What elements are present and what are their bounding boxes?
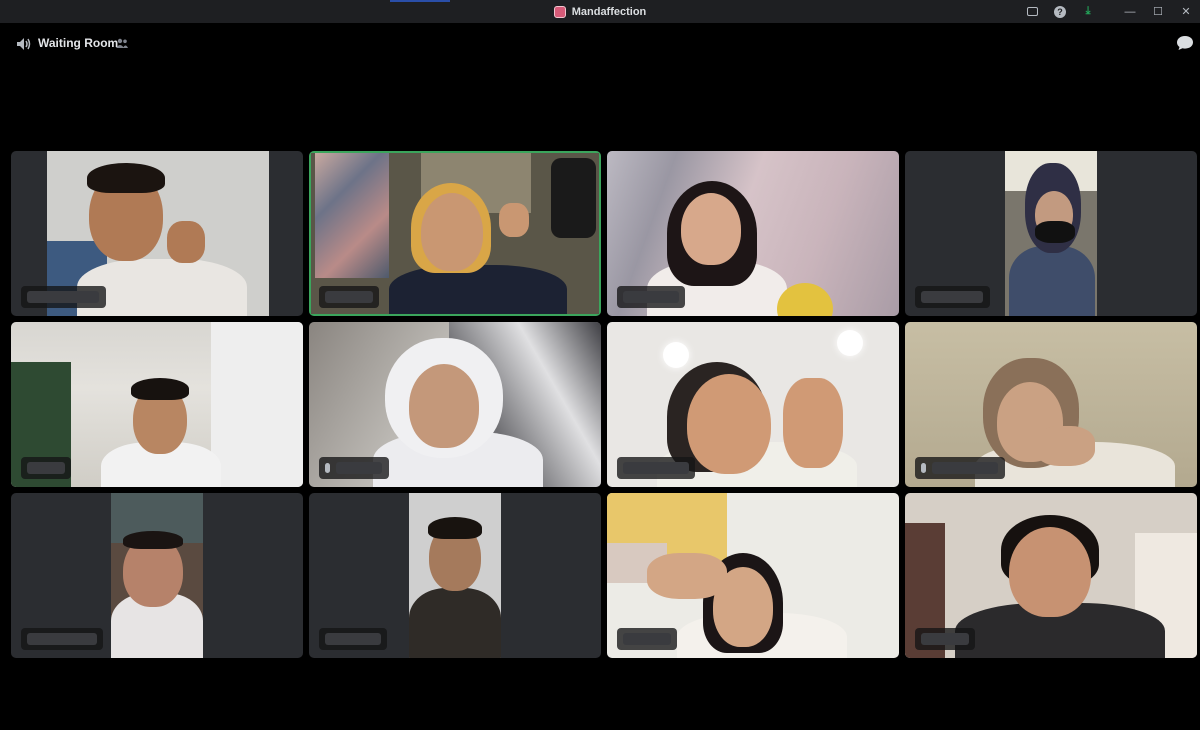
participant-name-tag — [319, 628, 387, 650]
close-icon[interactable]: ✕ — [1172, 0, 1200, 23]
window-title: Mandaffection — [571, 5, 647, 18]
minimize-icon[interactable]: — — [1116, 0, 1144, 23]
participant-tile[interactable] — [607, 493, 899, 658]
participant-name-tag — [319, 457, 389, 479]
participant-tile[interactable] — [905, 493, 1197, 658]
people-icon[interactable] — [116, 38, 128, 48]
participant-name-tag — [915, 457, 1005, 479]
inbox-icon[interactable] — [1018, 0, 1046, 23]
participant-tile-speaking[interactable] — [309, 151, 601, 316]
title-bar: Mandaffection ? ⤓ — ☐ ✕ — [0, 0, 1200, 23]
participant-tile[interactable] — [607, 322, 899, 487]
participant-tile[interactable] — [11, 322, 303, 487]
channel-name: Waiting Room — [38, 36, 119, 50]
video-feed — [1005, 151, 1097, 316]
video-feed — [111, 493, 203, 658]
microphone-icon — [325, 463, 330, 473]
video-grid — [11, 151, 1199, 658]
participant-name-tag — [617, 286, 685, 308]
participant-name-tag — [21, 286, 106, 308]
help-icon[interactable]: ? — [1046, 0, 1074, 23]
call-header: Waiting Room — [0, 23, 1200, 63]
window-controls: ? ⤓ — ☐ ✕ — [1018, 0, 1200, 23]
microphone-icon — [921, 463, 926, 473]
participant-tile[interactable] — [309, 322, 601, 487]
participant-tile[interactable] — [11, 151, 303, 316]
participant-name-tag — [617, 628, 677, 650]
video-feed — [409, 493, 501, 658]
participant-tile[interactable] — [905, 151, 1197, 316]
participant-tile[interactable] — [309, 493, 601, 658]
app-title-group: Mandaffection — [553, 5, 647, 18]
participant-name-tag — [915, 628, 975, 650]
title-accent-line — [390, 0, 450, 2]
maximize-icon[interactable]: ☐ — [1144, 0, 1172, 23]
participant-tile[interactable] — [607, 151, 899, 316]
server-icon — [553, 5, 566, 18]
participant-name-tag — [915, 286, 990, 308]
download-icon[interactable]: ⤓ — [1074, 0, 1102, 23]
participant-tile[interactable] — [905, 322, 1197, 487]
participant-name-tag — [21, 628, 103, 650]
participant-name-tag — [21, 457, 71, 479]
participant-name-tag — [319, 286, 379, 308]
participant-tile[interactable] — [11, 493, 303, 658]
speaker-icon — [17, 38, 31, 50]
participant-name-tag — [617, 457, 695, 479]
chat-icon[interactable] — [1176, 35, 1194, 51]
